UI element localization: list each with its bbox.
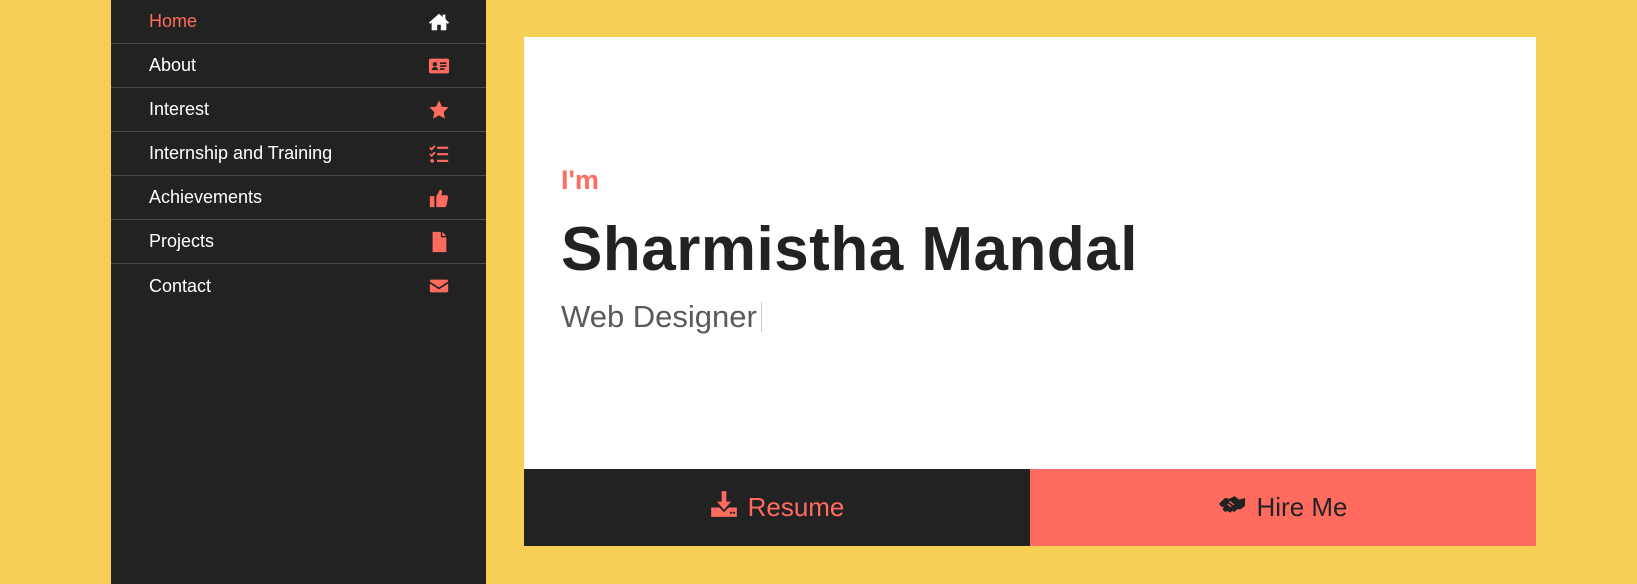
hero-role: Web Designer: [561, 299, 757, 334]
handshake-icon: [1218, 490, 1246, 525]
resume-button-label: Resume: [747, 492, 845, 522]
nav-item-label: Projects: [149, 231, 215, 251]
sidebar-nav: Home About Interest Internship and Train…: [111, 0, 486, 584]
thumbs-up-icon: [428, 187, 450, 209]
nav-item-label: Interest: [149, 99, 210, 119]
nav-item-label: About: [149, 55, 197, 75]
nav-item-about[interactable]: About: [111, 44, 486, 88]
nav-item-achievements[interactable]: Achievements: [111, 176, 486, 220]
hero-role-line: Web Designer: [561, 299, 1138, 335]
hire-me-button[interactable]: Hire Me: [1030, 469, 1536, 546]
hero-intro: I'm Sharmistha Mandal Web Designer: [561, 165, 1138, 335]
file-icon: [428, 231, 450, 253]
nav-item-label: Internship and Training: [149, 143, 333, 163]
envelope-icon: [428, 275, 450, 297]
typing-cursor: [760, 302, 762, 332]
nav-item-internship[interactable]: Internship and Training: [111, 132, 486, 176]
hero-card: I'm Sharmistha Mandal Web Designer Resum…: [524, 37, 1536, 546]
nav-item-label: Home: [149, 11, 198, 31]
action-buttons: Resume Hire Me: [524, 469, 1536, 546]
nav-item-projects[interactable]: Projects: [111, 220, 486, 264]
resume-button[interactable]: Resume: [524, 469, 1030, 546]
nav-item-interest[interactable]: Interest: [111, 88, 486, 132]
hire-me-button-label: Hire Me: [1256, 492, 1348, 522]
id-card-icon: [428, 55, 450, 77]
download-icon: [710, 490, 738, 525]
nav-item-home[interactable]: Home: [111, 0, 486, 44]
home-icon: [428, 11, 450, 33]
nav-item-label: Achievements: [149, 187, 263, 207]
tasks-icon: [428, 143, 450, 165]
nav-item-contact[interactable]: Contact: [111, 264, 486, 308]
hero-name: Sharmistha Mandal: [561, 215, 1138, 284]
intro-text: I'm: [561, 165, 599, 195]
nav-item-label: Contact: [149, 275, 212, 296]
star-icon: [428, 99, 450, 121]
